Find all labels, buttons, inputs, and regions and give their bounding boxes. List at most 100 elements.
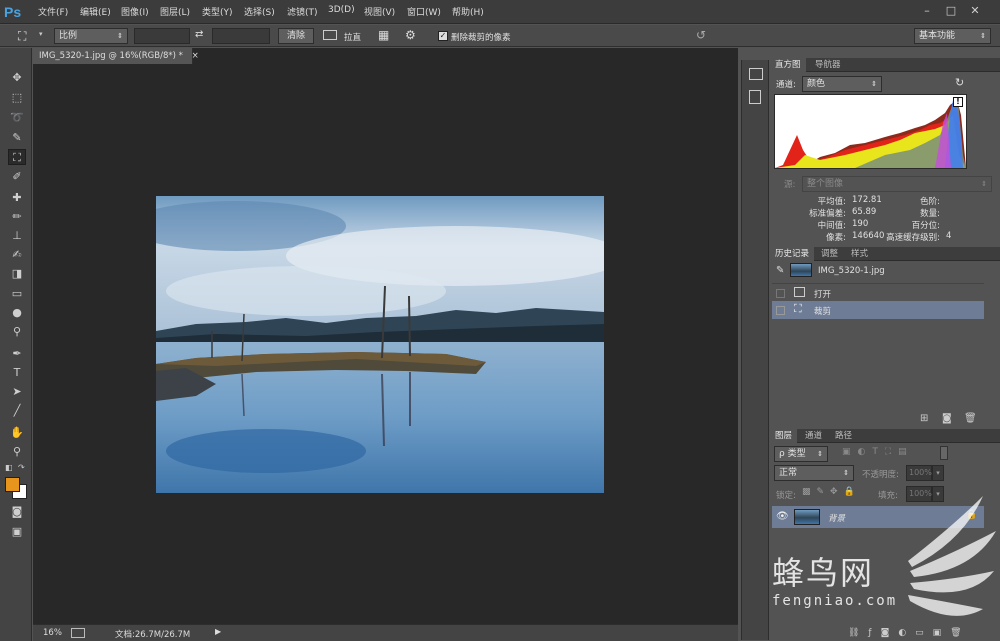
- gradient-tool-icon[interactable]: ▭: [8, 286, 26, 302]
- move-tool-icon[interactable]: ✥: [8, 70, 26, 86]
- zoom-level[interactable]: 16%: [43, 628, 62, 638]
- hand-tool-icon[interactable]: ✋: [8, 425, 26, 441]
- grid-overlay-icon[interactable]: ▦: [378, 28, 389, 42]
- menu-window[interactable]: 窗口(W): [407, 5, 441, 18]
- menu-select[interactable]: 选择(S): [244, 5, 275, 18]
- document-image[interactable]: [156, 196, 604, 493]
- filter-toggle[interactable]: [940, 446, 948, 460]
- blur-tool-icon[interactable]: ●: [8, 305, 26, 321]
- ratio-dropdown[interactable]: 比例 ⇕: [54, 28, 128, 44]
- eraser-tool-icon[interactable]: ◨: [8, 266, 26, 282]
- straighten-label[interactable]: 拉直: [344, 31, 361, 43]
- straighten-icon[interactable]: [323, 30, 337, 40]
- properties-panel-icon[interactable]: [749, 90, 761, 104]
- path-select-tool-icon[interactable]: ➤: [8, 384, 26, 400]
- document-tab[interactable]: IMG_5320-1.jpg @ 16%(RGB/8*) * ×: [33, 48, 199, 64]
- layer-action-icons[interactable]: ⛓ƒ◙◐▭▣🗑: [848, 628, 971, 638]
- delete-cropped-checkbox[interactable]: ✓: [438, 31, 448, 41]
- eyedropper-tool-icon[interactable]: ✐: [8, 169, 26, 185]
- close-window-button[interactable]: ✕: [964, 1, 986, 21]
- new-document-from-state-icon[interactable]: ⊞: [920, 413, 928, 424]
- crop-tool-preset-icon[interactable]: ⛶: [18, 28, 36, 44]
- healing-brush-tool-icon[interactable]: ✚: [8, 190, 26, 206]
- tab-layers[interactable]: 图层: [770, 429, 798, 443]
- snapshot-name[interactable]: IMG_5320-1.jpg: [818, 266, 885, 276]
- gear-icon[interactable]: ⚙: [405, 28, 416, 42]
- tab-histogram[interactable]: 直方图: [770, 58, 806, 72]
- crop-tool-icon[interactable]: ⛶: [8, 149, 26, 165]
- workspace-dropdown[interactable]: 基本功能 ⇕: [914, 28, 991, 44]
- clear-button[interactable]: 清除: [278, 28, 314, 44]
- layers-panel-tabs: 图层 通道 路径: [770, 429, 1000, 443]
- dodge-tool-icon[interactable]: ⚲: [8, 324, 26, 340]
- tab-navigator[interactable]: 导航器: [810, 58, 846, 72]
- menu-image[interactable]: 图像(I): [121, 5, 149, 18]
- reset-icon[interactable]: ↺: [696, 28, 706, 42]
- history-checkbox[interactable]: [776, 306, 785, 315]
- history-item-crop[interactable]: ⛶ 裁剪: [772, 301, 984, 319]
- delete-cropped-label[interactable]: 删除裁剪的像素: [451, 31, 511, 43]
- history-brush-source-icon[interactable]: ✎: [776, 265, 784, 276]
- line-tool-icon[interactable]: ╱: [8, 403, 26, 419]
- tab-adjustments[interactable]: 调整: [816, 247, 843, 261]
- quick-select-tool-icon[interactable]: ✎: [8, 130, 26, 146]
- history-panel-icon[interactable]: [749, 68, 763, 80]
- document-size-info: 文档:26.7M/26.7M: [115, 630, 191, 640]
- stat-cache-value: 4: [946, 231, 952, 241]
- history-brush-tool-icon[interactable]: ✍: [8, 247, 26, 263]
- menu-3d[interactable]: 3D(D): [328, 5, 355, 15]
- tab-paths[interactable]: 路径: [830, 429, 857, 443]
- default-colors-icon[interactable]: ◧: [5, 463, 13, 472]
- refresh-icon[interactable]: ↻: [955, 76, 964, 89]
- camera-icon[interactable]: ◙: [942, 413, 952, 424]
- layer-filter-dropdown[interactable]: ρ 类型 ⇕: [774, 446, 828, 462]
- pen-tool-icon[interactable]: ✒: [8, 346, 26, 362]
- eye-icon[interactable]: 👁: [776, 511, 789, 522]
- menu-file[interactable]: 文件(F): [38, 5, 68, 18]
- history-checkbox[interactable]: [776, 289, 785, 298]
- foreground-color-swatch[interactable]: [5, 477, 20, 492]
- menu-filter[interactable]: 滤镜(T): [287, 5, 318, 18]
- quick-mask-icon[interactable]: ◙: [8, 504, 26, 520]
- options-bar: ⛶ ▾ 比例 ⇕ ⇄ 清除 拉直 ▦ ⚙ ✓ 删除裁剪的像素 ↺ 基本功能 ⇕: [0, 25, 1000, 47]
- menu-edit[interactable]: 编辑(E): [80, 5, 111, 18]
- swap-icon[interactable]: ⇄: [195, 29, 203, 40]
- restore-button[interactable]: □: [940, 1, 962, 21]
- tab-channels[interactable]: 通道: [800, 429, 827, 443]
- lock-icons[interactable]: ▩✎✥🔒: [802, 487, 861, 497]
- opacity-input[interactable]: 100%: [906, 465, 932, 481]
- layer-filter-icons[interactable]: ▣◐T⛶▤: [842, 447, 914, 457]
- minimize-button[interactable]: –: [916, 1, 938, 21]
- marquee-tool-icon[interactable]: ⬚: [8, 90, 26, 106]
- warning-icon[interactable]: !: [953, 97, 963, 107]
- menu-type[interactable]: 类型(Y): [202, 5, 233, 18]
- layer-name[interactable]: 背景: [828, 512, 845, 524]
- chevron-down-icon[interactable]: ▾: [39, 30, 43, 38]
- status-preview-icon[interactable]: [71, 628, 85, 638]
- layer-filter-value: ρ 类型: [779, 449, 806, 459]
- brush-tool-icon[interactable]: ✏: [8, 209, 26, 225]
- tab-styles[interactable]: 样式: [846, 247, 873, 261]
- blend-mode-dropdown[interactable]: 正常 ⇕: [774, 465, 854, 481]
- close-tab-icon[interactable]: ×: [192, 51, 199, 61]
- tab-history[interactable]: 历史记录: [770, 247, 815, 261]
- source-dropdown[interactable]: 整个图像 ⇕: [802, 176, 992, 192]
- history-item-open[interactable]: 打开: [772, 283, 984, 301]
- lasso-tool-icon[interactable]: ➰: [8, 110, 26, 126]
- ratio-width-input[interactable]: [134, 28, 190, 44]
- opacity-arrow-icon[interactable]: ▾: [932, 465, 944, 481]
- channel-value: 颜色: [807, 79, 826, 89]
- type-tool-icon[interactable]: T: [8, 365, 26, 381]
- zoom-tool-icon[interactable]: ⚲: [8, 444, 26, 460]
- channel-dropdown[interactable]: 颜色 ⇕: [802, 76, 882, 92]
- histogram-svg: [775, 97, 966, 168]
- menu-layer[interactable]: 图层(L): [160, 5, 190, 18]
- menu-view[interactable]: 视图(V): [364, 5, 395, 18]
- ratio-height-input[interactable]: [212, 28, 270, 44]
- trash-icon[interactable]: 🗑: [964, 413, 977, 424]
- status-menu-arrow-icon[interactable]: ▶: [215, 627, 221, 636]
- screen-mode-icon[interactable]: ▣: [8, 524, 26, 540]
- clone-stamp-tool-icon[interactable]: ⊥: [8, 228, 26, 244]
- menu-help[interactable]: 帮助(H): [452, 5, 484, 18]
- swap-colors-icon[interactable]: ↷: [18, 463, 25, 472]
